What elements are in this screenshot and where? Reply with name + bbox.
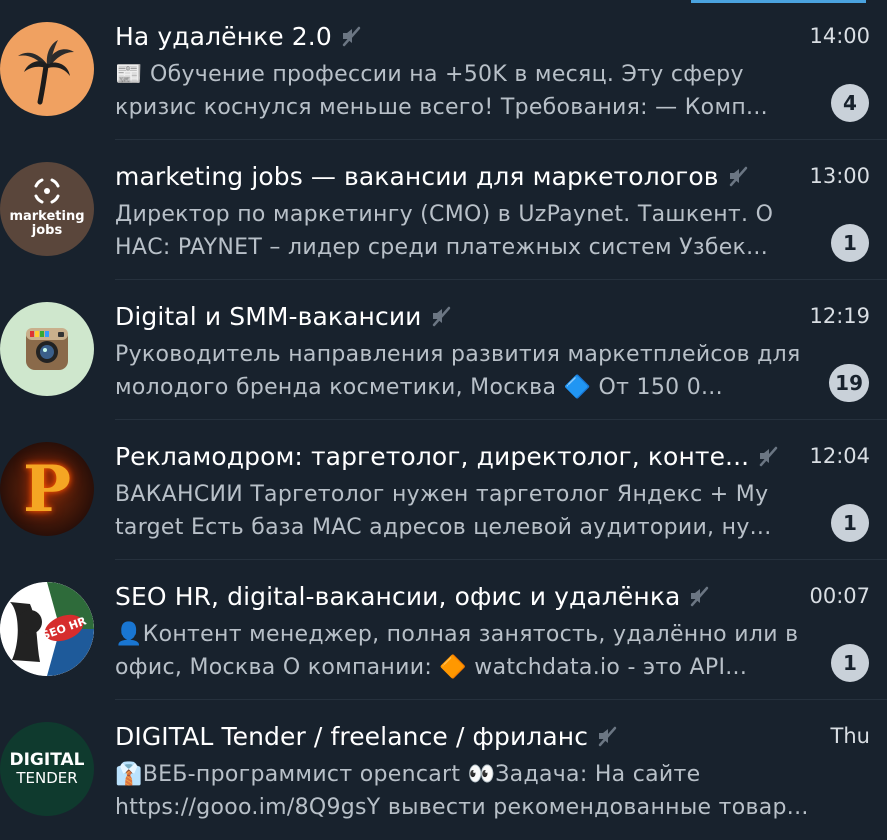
target-icon [34, 178, 60, 204]
chat-time: 13:00 [809, 164, 870, 188]
chat-title: Рекламодром: таргетолог, директолог, кон… [115, 441, 750, 471]
unread-badge: 1 [831, 644, 869, 682]
chat-title: marketing jobs — вакансии для маркетолог… [115, 161, 719, 191]
chat-preview: 👔ВЕБ-программист opencart 👀Задача: На са… [115, 762, 809, 820]
avatar-text: TENDER [16, 769, 78, 787]
unread-badge: 1 [831, 504, 869, 542]
muted-icon [340, 25, 362, 47]
chat-row[interactable]: P Рекламодром: таргетолог, директолог, к… [0, 420, 887, 560]
avatar [0, 22, 94, 116]
avatar: DIGITAL TENDER [0, 722, 94, 816]
avatar-text: jobs [31, 223, 63, 238]
chat-time: 00:07 [809, 584, 870, 608]
fire-letter-p-logo: P [22, 451, 72, 527]
muted-icon [688, 585, 710, 607]
avatar [0, 302, 94, 396]
chat-title: SEO HR, digital-вакансии, офис и удалёнк… [115, 581, 681, 611]
palm-tree-icon [18, 40, 74, 105]
camera-icon [26, 328, 68, 370]
avatar: P [0, 442, 94, 536]
chat-preview: ВАКАНСИИ Таргетолог нужен таргетолог Янд… [115, 482, 772, 540]
chat-time: Thu [830, 724, 870, 748]
chat-row[interactable]: Digital и SMM-вакансии 12:19 Руководител… [0, 280, 887, 420]
muted-icon [596, 725, 618, 747]
chat-preview: Директор по маркетингу (CMO) в UzPaynet.… [115, 202, 774, 260]
chat-row[interactable]: SEO HR SEO HR, digital-вакансии, офис и … [0, 560, 887, 700]
chat-time: 12:04 [809, 444, 870, 468]
chat-preview: Руководитель направления развития маркет… [115, 342, 801, 400]
avatar: marketing jobs [0, 162, 94, 256]
avatar-text: marketing [9, 209, 85, 224]
chat-row[interactable]: DIGITAL TENDER DIGITAL Tender / freelanc… [0, 700, 887, 840]
chat-title: DIGITAL Tender / freelance / фриланс [115, 721, 589, 751]
unread-badge: 4 [831, 84, 869, 122]
avatar: SEO HR [0, 582, 94, 676]
muted-icon [757, 445, 779, 467]
unread-badge: 1 [831, 224, 869, 262]
unread-badge: 19 [829, 364, 869, 402]
seo-hr-logo: SEO HR [0, 582, 94, 676]
chat-title: На удалёнке 2.0 [115, 21, 332, 51]
chat-row[interactable]: marketing jobs marketing jobs — вакансии… [0, 140, 887, 280]
chat-list: На удалёнке 2.0 14:00 📰 Обучение професс… [0, 0, 887, 840]
muted-icon [430, 305, 452, 327]
chat-row[interactable]: На удалёнке 2.0 14:00 📰 Обучение професс… [0, 0, 887, 140]
avatar-text: DIGITAL [9, 750, 85, 770]
muted-icon [727, 165, 749, 187]
chat-title: Digital и SMM-вакансии [115, 301, 422, 331]
chat-preview: 📰 Обучение профессии на +50K в месяц. Эт… [115, 62, 768, 120]
chat-time: 14:00 [809, 24, 870, 48]
chat-preview: 👤Контент менеджер, полная занятость, уда… [115, 622, 799, 680]
chat-time: 12:19 [809, 304, 870, 328]
